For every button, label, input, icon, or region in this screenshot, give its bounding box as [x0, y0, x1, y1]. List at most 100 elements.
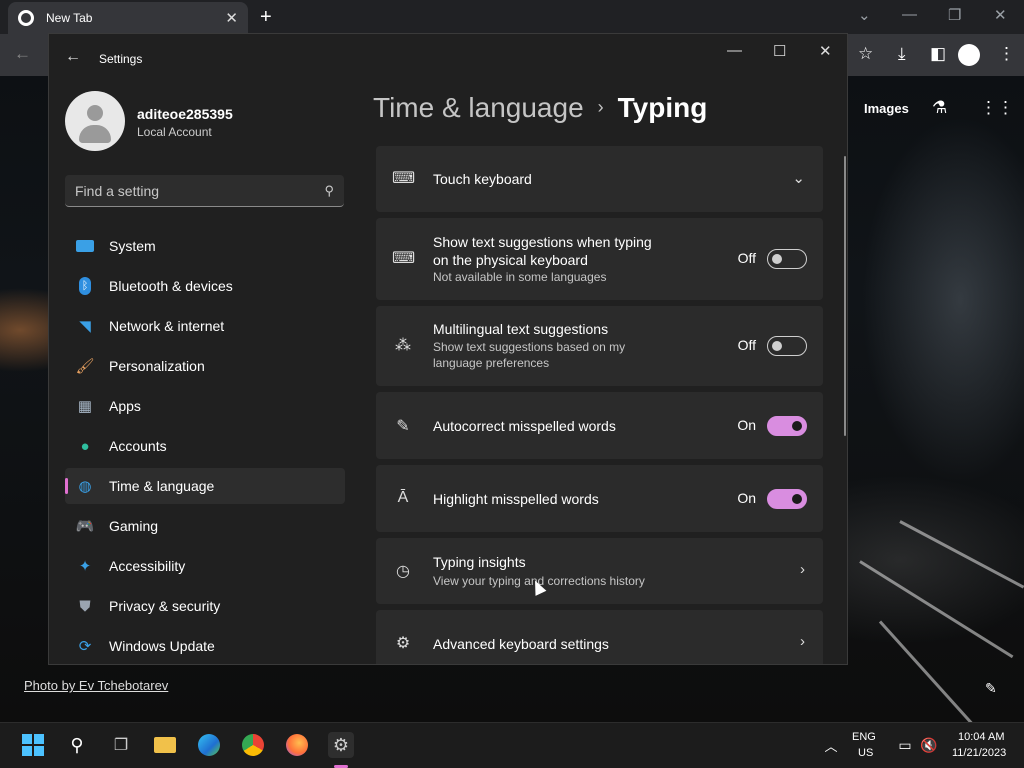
chevron-right-icon: ›: [800, 561, 805, 578]
chevron-right-icon: ›: [800, 633, 805, 650]
toggle-state-label: Off: [737, 250, 756, 266]
tab-search-icon[interactable]: ⌄: [858, 6, 871, 24]
breadcrumb-parent[interactable]: Time & language: [373, 92, 584, 123]
minimize-icon[interactable]: —: [727, 42, 742, 59]
file-explorer-icon[interactable]: [152, 732, 178, 758]
sidebar-nav: System ᛒ Bluetooth & devices ◥ Network &…: [65, 228, 345, 664]
touch-keyboard-card[interactable]: ⌨ Touch keyboard ⌄: [376, 146, 823, 212]
sidebar-item-label: Windows Update: [109, 638, 215, 654]
search-input[interactable]: [75, 182, 325, 199]
chevron-down-icon[interactable]: ⌄: [792, 169, 805, 187]
sidebar-item-label: Accessibility: [109, 558, 186, 574]
close-browser-icon[interactable]: ✕: [994, 6, 1007, 24]
sidebar-item-network[interactable]: ◥ Network & internet: [65, 308, 345, 344]
profile-avatar-icon[interactable]: [958, 44, 980, 66]
system-icon: [75, 236, 95, 256]
chevron-up-icon[interactable]: ︿: [818, 732, 844, 758]
chrome-icon[interactable]: [240, 732, 266, 758]
labs-flask-icon[interactable]: ⚗: [932, 98, 947, 118]
sidebar-item-label: Personalization: [109, 358, 205, 374]
restore-browser-icon[interactable]: ❐: [948, 6, 961, 24]
title-bar: ← Settings — ☐ ✕: [49, 34, 847, 82]
tab-title: New Tab: [46, 11, 93, 25]
download-icon[interactable]: ⤓: [898, 44, 906, 64]
close-tab-icon[interactable]: ✕: [225, 9, 238, 27]
multilingual-toggle[interactable]: [767, 336, 807, 356]
bookmark-star-icon[interactable]: ☆: [858, 44, 873, 64]
card-title: Touch keyboard: [433, 171, 532, 187]
sidebar-item-apps[interactable]: ▦ Apps: [65, 388, 345, 424]
taskbar: ⚲ ❐ ⚙ ︿ ENG US ▭ 🔇 10:04 AM 11/21/2023: [0, 722, 1024, 768]
task-view-icon[interactable]: ❐: [108, 732, 134, 758]
accounts-icon: ●: [80, 437, 90, 455]
apps-icon: ▦: [77, 398, 93, 415]
start-windows-icon[interactable]: [20, 732, 46, 758]
chrome-icon: [18, 10, 34, 26]
sidebar-item-label: Bluetooth & devices: [109, 278, 233, 294]
network-icon[interactable]: ▭: [892, 732, 918, 758]
toggle-state-label: Off: [737, 337, 756, 353]
side-panel-icon[interactable]: ◧: [930, 44, 946, 64]
sidebar-item-label: Privacy & security: [109, 598, 221, 614]
keyboard-icon: ⌨: [392, 170, 416, 187]
minimize-browser-icon[interactable]: —: [902, 6, 917, 23]
scrollbar[interactable]: [844, 156, 846, 436]
sidebar-item-windows-update[interactable]: ⟳ Windows Update: [65, 628, 345, 664]
clock-time[interactable]: 10:04 AM: [958, 731, 1004, 743]
bluetooth-icon: ᛒ: [75, 276, 95, 296]
sidebar-item-gaming[interactable]: 🎮 Gaming: [65, 508, 345, 544]
sidebar-item-bluetooth[interactable]: ᛒ Bluetooth & devices: [65, 268, 345, 304]
sidebar-item-personalization[interactable]: 🖌 Personalization: [65, 348, 345, 384]
wallpaper-streak: [859, 560, 1014, 659]
sidebar-item-time-language[interactable]: ◍ Time & language: [65, 468, 345, 504]
language-icon: ⁂: [395, 337, 411, 354]
sidebar-item-label: System: [109, 238, 156, 254]
highlight-toggle[interactable]: [767, 489, 807, 509]
keyboard-icon: ⌨: [392, 250, 416, 267]
text-suggestions-card: ⌨ Show text suggestions when typing on t…: [376, 218, 823, 300]
sidebar-item-system[interactable]: System: [65, 228, 345, 264]
language-indicator[interactable]: ENG: [852, 731, 876, 743]
pencil-icon[interactable]: ✎: [985, 680, 997, 697]
advanced-keyboard-card[interactable]: ⚙ Advanced keyboard settings ›: [376, 610, 823, 664]
search-icon: ⚲: [324, 182, 334, 198]
search-icon[interactable]: ⚲: [64, 732, 90, 758]
maximize-icon[interactable]: ☐: [773, 42, 786, 60]
shield-icon: ⛊: [79, 597, 91, 615]
sidebar-item-accessibility[interactable]: ✦ Accessibility: [65, 548, 345, 584]
region-indicator[interactable]: US: [858, 747, 873, 759]
settings-gear-icon[interactable]: ⚙: [328, 732, 354, 758]
wifi-icon: ◥: [79, 318, 91, 335]
highlight-icon: Ā: [397, 489, 409, 506]
autocorrect-toggle[interactable]: [767, 416, 807, 436]
clock-date[interactable]: 11/21/2023: [952, 747, 1006, 759]
firefox-icon[interactable]: [284, 732, 310, 758]
toggle-state-label: On: [737, 417, 756, 433]
browser-tab[interactable]: New Tab ✕: [8, 2, 248, 34]
back-arrow-icon[interactable]: ←: [14, 44, 31, 64]
card-title: Show text suggestions when typing on the…: [433, 234, 652, 268]
sidebar-item-label: Time & language: [109, 478, 215, 494]
gamepad-icon: 🎮: [75, 518, 95, 535]
sidebar-item-accounts[interactable]: ● Accounts: [65, 428, 345, 464]
card-title: Multilingual text suggestions: [433, 321, 609, 337]
sidebar-item-privacy[interactable]: ⛊ Privacy & security: [65, 588, 345, 624]
apps-grid-icon[interactable]: ⋮⋮: [980, 98, 1014, 118]
edge-icon[interactable]: [196, 732, 222, 758]
page-title: Typing: [617, 92, 708, 123]
text-suggestions-toggle[interactable]: [767, 249, 807, 269]
back-arrow-icon[interactable]: ←: [65, 48, 81, 66]
search-box: ⚲: [65, 175, 344, 207]
images-link[interactable]: Images: [864, 101, 909, 116]
close-icon[interactable]: ✕: [819, 42, 832, 60]
update-icon: ⟳: [78, 638, 92, 655]
multilingual-suggestions-card: ⁂ Multilingual text suggestions Show tex…: [376, 306, 823, 386]
volume-muted-icon[interactable]: 🔇: [916, 732, 942, 758]
new-tab-button[interactable]: +: [260, 6, 272, 29]
typing-insights-card[interactable]: ◷ Typing insights View your typing and c…: [376, 538, 823, 604]
card-title: Highlight misspelled words: [433, 491, 599, 507]
toggle-state-label: On: [737, 490, 756, 506]
chrome-menu-icon[interactable]: ⋮: [998, 44, 1015, 64]
photo-credit-link[interactable]: Photo by Ev Tchebotarev: [24, 678, 168, 693]
globe-clock-icon: ◍: [78, 478, 92, 495]
